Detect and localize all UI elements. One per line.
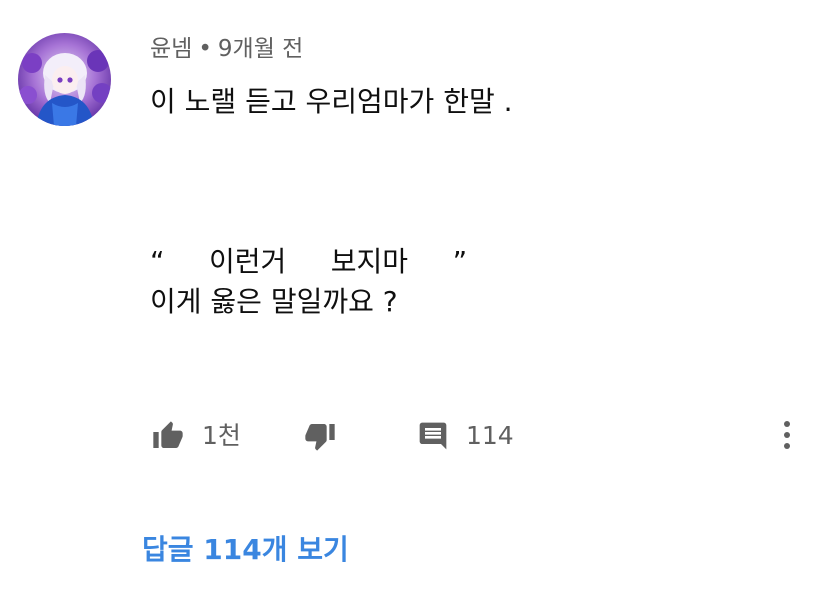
- comment-line: [150, 122, 780, 162]
- comment-line: [150, 202, 780, 242]
- like-button[interactable]: 1천: [150, 420, 241, 452]
- like-count: 1천: [202, 421, 241, 450]
- view-replies-link[interactable]: 답글 114개 보기: [142, 530, 349, 570]
- comment-line: “ 이런거 보지마 ”: [150, 245, 468, 278]
- avatar[interactable]: [18, 33, 111, 126]
- meta-separator: •: [198, 36, 212, 62]
- comment-text: 이 노랠 듣고 우리엄마가 한말 . “ 이런거 보지마 ” 이게 옳은 말일까…: [150, 82, 780, 322]
- comment-line: 이 노랠 듣고 우리엄마가 한말 .: [150, 85, 513, 118]
- comment-timestamp: 9개월 전: [217, 36, 304, 62]
- comment-action-bar: 1천 114: [0, 412, 815, 460]
- comment-icon: [419, 422, 447, 450]
- comment-meta: 윤넴 • 9개월 전: [150, 33, 303, 65]
- thumb-down-icon: [305, 424, 335, 451]
- dislike-button[interactable]: [302, 420, 338, 452]
- author-name[interactable]: 윤넴: [150, 36, 192, 62]
- reply-count: 114: [466, 421, 514, 450]
- more-vert-icon: [784, 421, 790, 449]
- thumb-up-icon: [153, 421, 183, 448]
- avatar-image: [18, 33, 111, 126]
- comment-line: 이게 옳은 말일까요 ?: [150, 285, 398, 318]
- comment-line: [150, 162, 780, 202]
- more-options-button[interactable]: [776, 418, 798, 452]
- reply-button[interactable]: 114: [416, 420, 514, 452]
